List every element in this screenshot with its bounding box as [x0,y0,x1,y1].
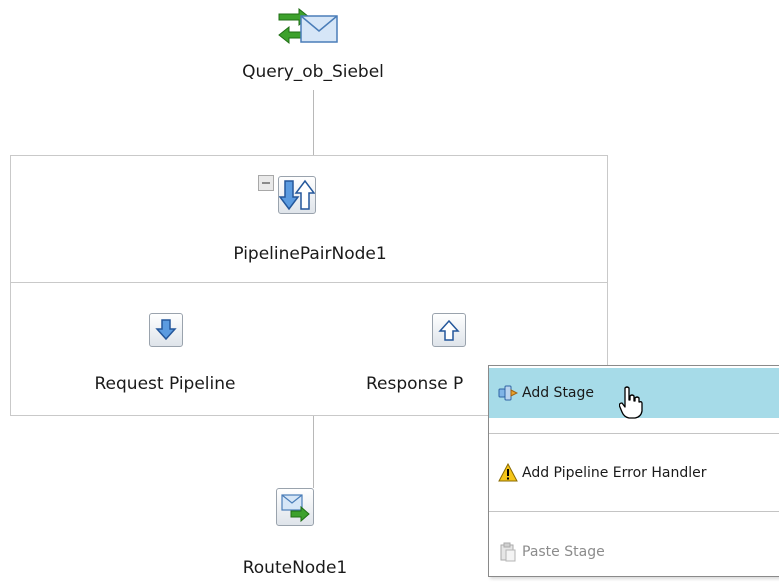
pipeline-pair-button[interactable] [278,176,316,214]
connector-line [313,90,314,156]
menu-separator [489,511,779,512]
menu-item-label: Add Pipeline Error Handler [522,465,707,481]
menu-item-paste-stage[interactable]: Paste Stage [489,527,779,577]
warning-icon [498,462,518,483]
menu-separator [489,433,779,434]
proxy-service-node[interactable] [270,8,350,56]
pipeline-pair-icon [279,179,315,211]
add-stage-icon [498,383,519,403]
pipeline-pair-divider [10,282,608,283]
response-pipeline-icon [438,319,460,341]
response-pipeline-label: Response P [366,374,464,394]
menu-item-add-pipeline-error-handler[interactable]: Add Pipeline Error Handler [489,448,779,498]
route-node-icon [281,494,310,523]
request-pipeline-icon [155,319,177,341]
paste-icon [498,542,518,562]
menu-item-label: Paste Stage [522,544,605,560]
route-node-label: RouteNode1 [242,558,348,578]
response-pipeline-button[interactable] [432,313,466,347]
proxy-service-icon [278,8,338,45]
request-pipeline-button[interactable] [149,313,183,347]
hand-pointer-icon [619,386,643,419]
connector-line [313,416,314,488]
route-node-button[interactable] [276,488,314,526]
menu-item-label: Add Stage [522,385,595,401]
request-pipeline-label: Request Pipeline [94,374,236,394]
collapse-toggle[interactable] [258,175,274,191]
proxy-service-label: Query_ob_Siebel [242,62,384,82]
pipeline-pair-label: PipelinePairNode1 [233,244,387,264]
